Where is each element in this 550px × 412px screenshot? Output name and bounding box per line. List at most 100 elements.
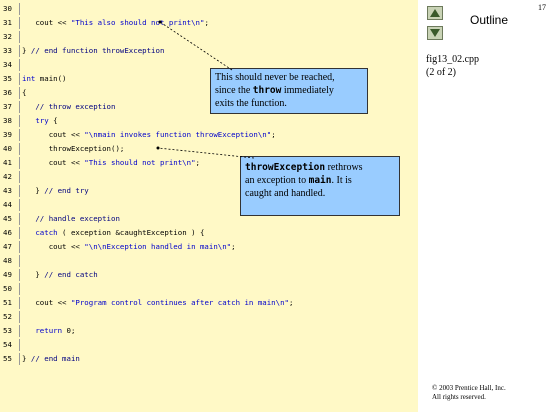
code-text: cout << "\n\nException handled in main\n… bbox=[22, 241, 236, 253]
code-token: ; bbox=[195, 158, 200, 167]
code-token: throwException(); bbox=[22, 144, 125, 153]
figure-filename: fig13_02.cpp bbox=[426, 54, 480, 65]
code-token: cout << bbox=[22, 158, 85, 167]
line-number: 51 bbox=[3, 298, 12, 307]
line-number: 49 bbox=[3, 270, 12, 279]
code-comment: // throw exception bbox=[35, 102, 116, 111]
callout-rethrows-line3: caught and handled. bbox=[245, 188, 326, 199]
line-number: 54 bbox=[3, 340, 12, 349]
code-comment: // end catch bbox=[44, 270, 98, 279]
line-separator bbox=[19, 255, 20, 267]
code-line: 40 throwException(); bbox=[0, 143, 418, 155]
code-string: "This should not print\n" bbox=[84, 158, 196, 167]
code-token: { bbox=[22, 88, 27, 97]
code-line: 54 bbox=[0, 339, 418, 351]
code-line: 38 try { bbox=[0, 115, 418, 127]
line-separator bbox=[19, 101, 20, 113]
line-separator bbox=[19, 283, 20, 295]
callout-text: . It is bbox=[331, 175, 352, 186]
code-comment: // end function throwException bbox=[30, 46, 165, 55]
callout-rethrows-line1: throwException rethrows bbox=[245, 161, 395, 174]
code-text: } // end function throwException bbox=[22, 45, 164, 57]
callout-text: an exception to bbox=[245, 175, 309, 186]
line-number: 50 bbox=[3, 284, 12, 293]
code-token: 0; bbox=[62, 326, 76, 335]
callout-never-reached-line3: exits the function. bbox=[215, 98, 287, 109]
code-text: } // end main bbox=[22, 353, 80, 365]
callout-rethrows-line2: an exception to main. It is bbox=[245, 174, 395, 187]
code-line: 50 bbox=[0, 283, 418, 295]
code-token: cout << bbox=[22, 18, 71, 27]
previous-slide-button[interactable] bbox=[427, 6, 443, 20]
line-separator bbox=[19, 87, 20, 99]
figure-page-indicator: (2 of 2) bbox=[426, 67, 456, 78]
line-separator bbox=[19, 45, 20, 57]
line-number: 38 bbox=[3, 116, 12, 125]
code-line: 30 bbox=[0, 3, 418, 15]
callout-never-reached: This should never be reached, since the … bbox=[210, 68, 368, 114]
line-separator bbox=[19, 129, 20, 141]
code-text: } // end catch bbox=[22, 269, 98, 281]
code-comment: // end try bbox=[44, 186, 89, 195]
code-token: ; bbox=[288, 298, 294, 307]
code-line: 52 bbox=[0, 311, 418, 323]
line-separator bbox=[19, 59, 20, 71]
line-number: 52 bbox=[3, 312, 12, 321]
line-number: 43 bbox=[3, 186, 12, 195]
line-separator bbox=[19, 213, 20, 225]
code-comment: // handle exception bbox=[35, 214, 120, 223]
line-number: 37 bbox=[3, 102, 12, 111]
code-text: } // end try bbox=[22, 185, 89, 197]
code-line: 55 } // end main bbox=[0, 353, 418, 365]
code-panel: 30 31 cout << "This also should not print… bbox=[0, 0, 418, 412]
line-separator bbox=[19, 297, 20, 309]
triangle-up-icon bbox=[430, 9, 440, 17]
line-number: 31 bbox=[3, 18, 12, 27]
code-line: 47 cout << "\n\nException handled in mai… bbox=[0, 241, 418, 253]
line-separator bbox=[19, 73, 20, 85]
code-keyword: try bbox=[35, 116, 49, 125]
line-number: 40 bbox=[3, 144, 12, 153]
line-separator bbox=[19, 325, 20, 337]
code-text: cout << "This should not print\n"; bbox=[22, 157, 200, 169]
code-text: // handle exception bbox=[22, 213, 120, 225]
code-keyword: return bbox=[35, 326, 63, 335]
code-line: 33 } // end function throwException bbox=[0, 45, 418, 57]
code-string: "\n\nException handled in main\n" bbox=[84, 242, 232, 251]
line-separator bbox=[19, 157, 20, 169]
code-line: 46 catch ( exception &caughtException ) … bbox=[0, 227, 418, 239]
line-number: 35 bbox=[3, 74, 12, 83]
code-string: "This also should not print\n" bbox=[70, 18, 205, 27]
next-slide-button[interactable] bbox=[427, 26, 443, 40]
code-token: } bbox=[22, 186, 45, 195]
line-separator bbox=[19, 3, 20, 15]
code-text: return 0; bbox=[22, 325, 75, 337]
code-string: "Program control continues after catch i… bbox=[70, 298, 289, 307]
callout-code-main: main bbox=[308, 175, 332, 186]
code-text: int main() bbox=[22, 73, 67, 85]
code-text: cout << "Program control continues after… bbox=[22, 297, 293, 309]
code-keyword: int bbox=[22, 74, 36, 83]
line-separator bbox=[19, 171, 20, 183]
line-number: 55 bbox=[3, 354, 12, 363]
callout-rethrows: throwException rethrows an exception to … bbox=[240, 156, 400, 216]
line-number: 44 bbox=[3, 200, 12, 209]
code-token: { bbox=[48, 116, 58, 125]
line-separator bbox=[19, 269, 20, 281]
copyright-line2: All rights reserved. bbox=[432, 393, 486, 401]
callout-text: rethrows bbox=[325, 162, 363, 173]
code-keyword: catch bbox=[35, 228, 58, 237]
copyright-line1: © 2003 Prentice Hall, Inc. bbox=[432, 384, 506, 392]
callout-never-reached-line2: since the throw immediately bbox=[215, 84, 363, 97]
code-text: { bbox=[22, 87, 26, 99]
line-number: 33 bbox=[3, 46, 12, 55]
code-line: 48 bbox=[0, 255, 418, 267]
code-text: // throw exception bbox=[22, 101, 115, 113]
code-token: ; bbox=[204, 18, 209, 27]
code-token: cout << bbox=[22, 242, 85, 251]
line-number: 46 bbox=[3, 228, 12, 237]
code-text: cout << "This also should not print\n"; bbox=[22, 17, 209, 29]
line-separator bbox=[19, 311, 20, 323]
